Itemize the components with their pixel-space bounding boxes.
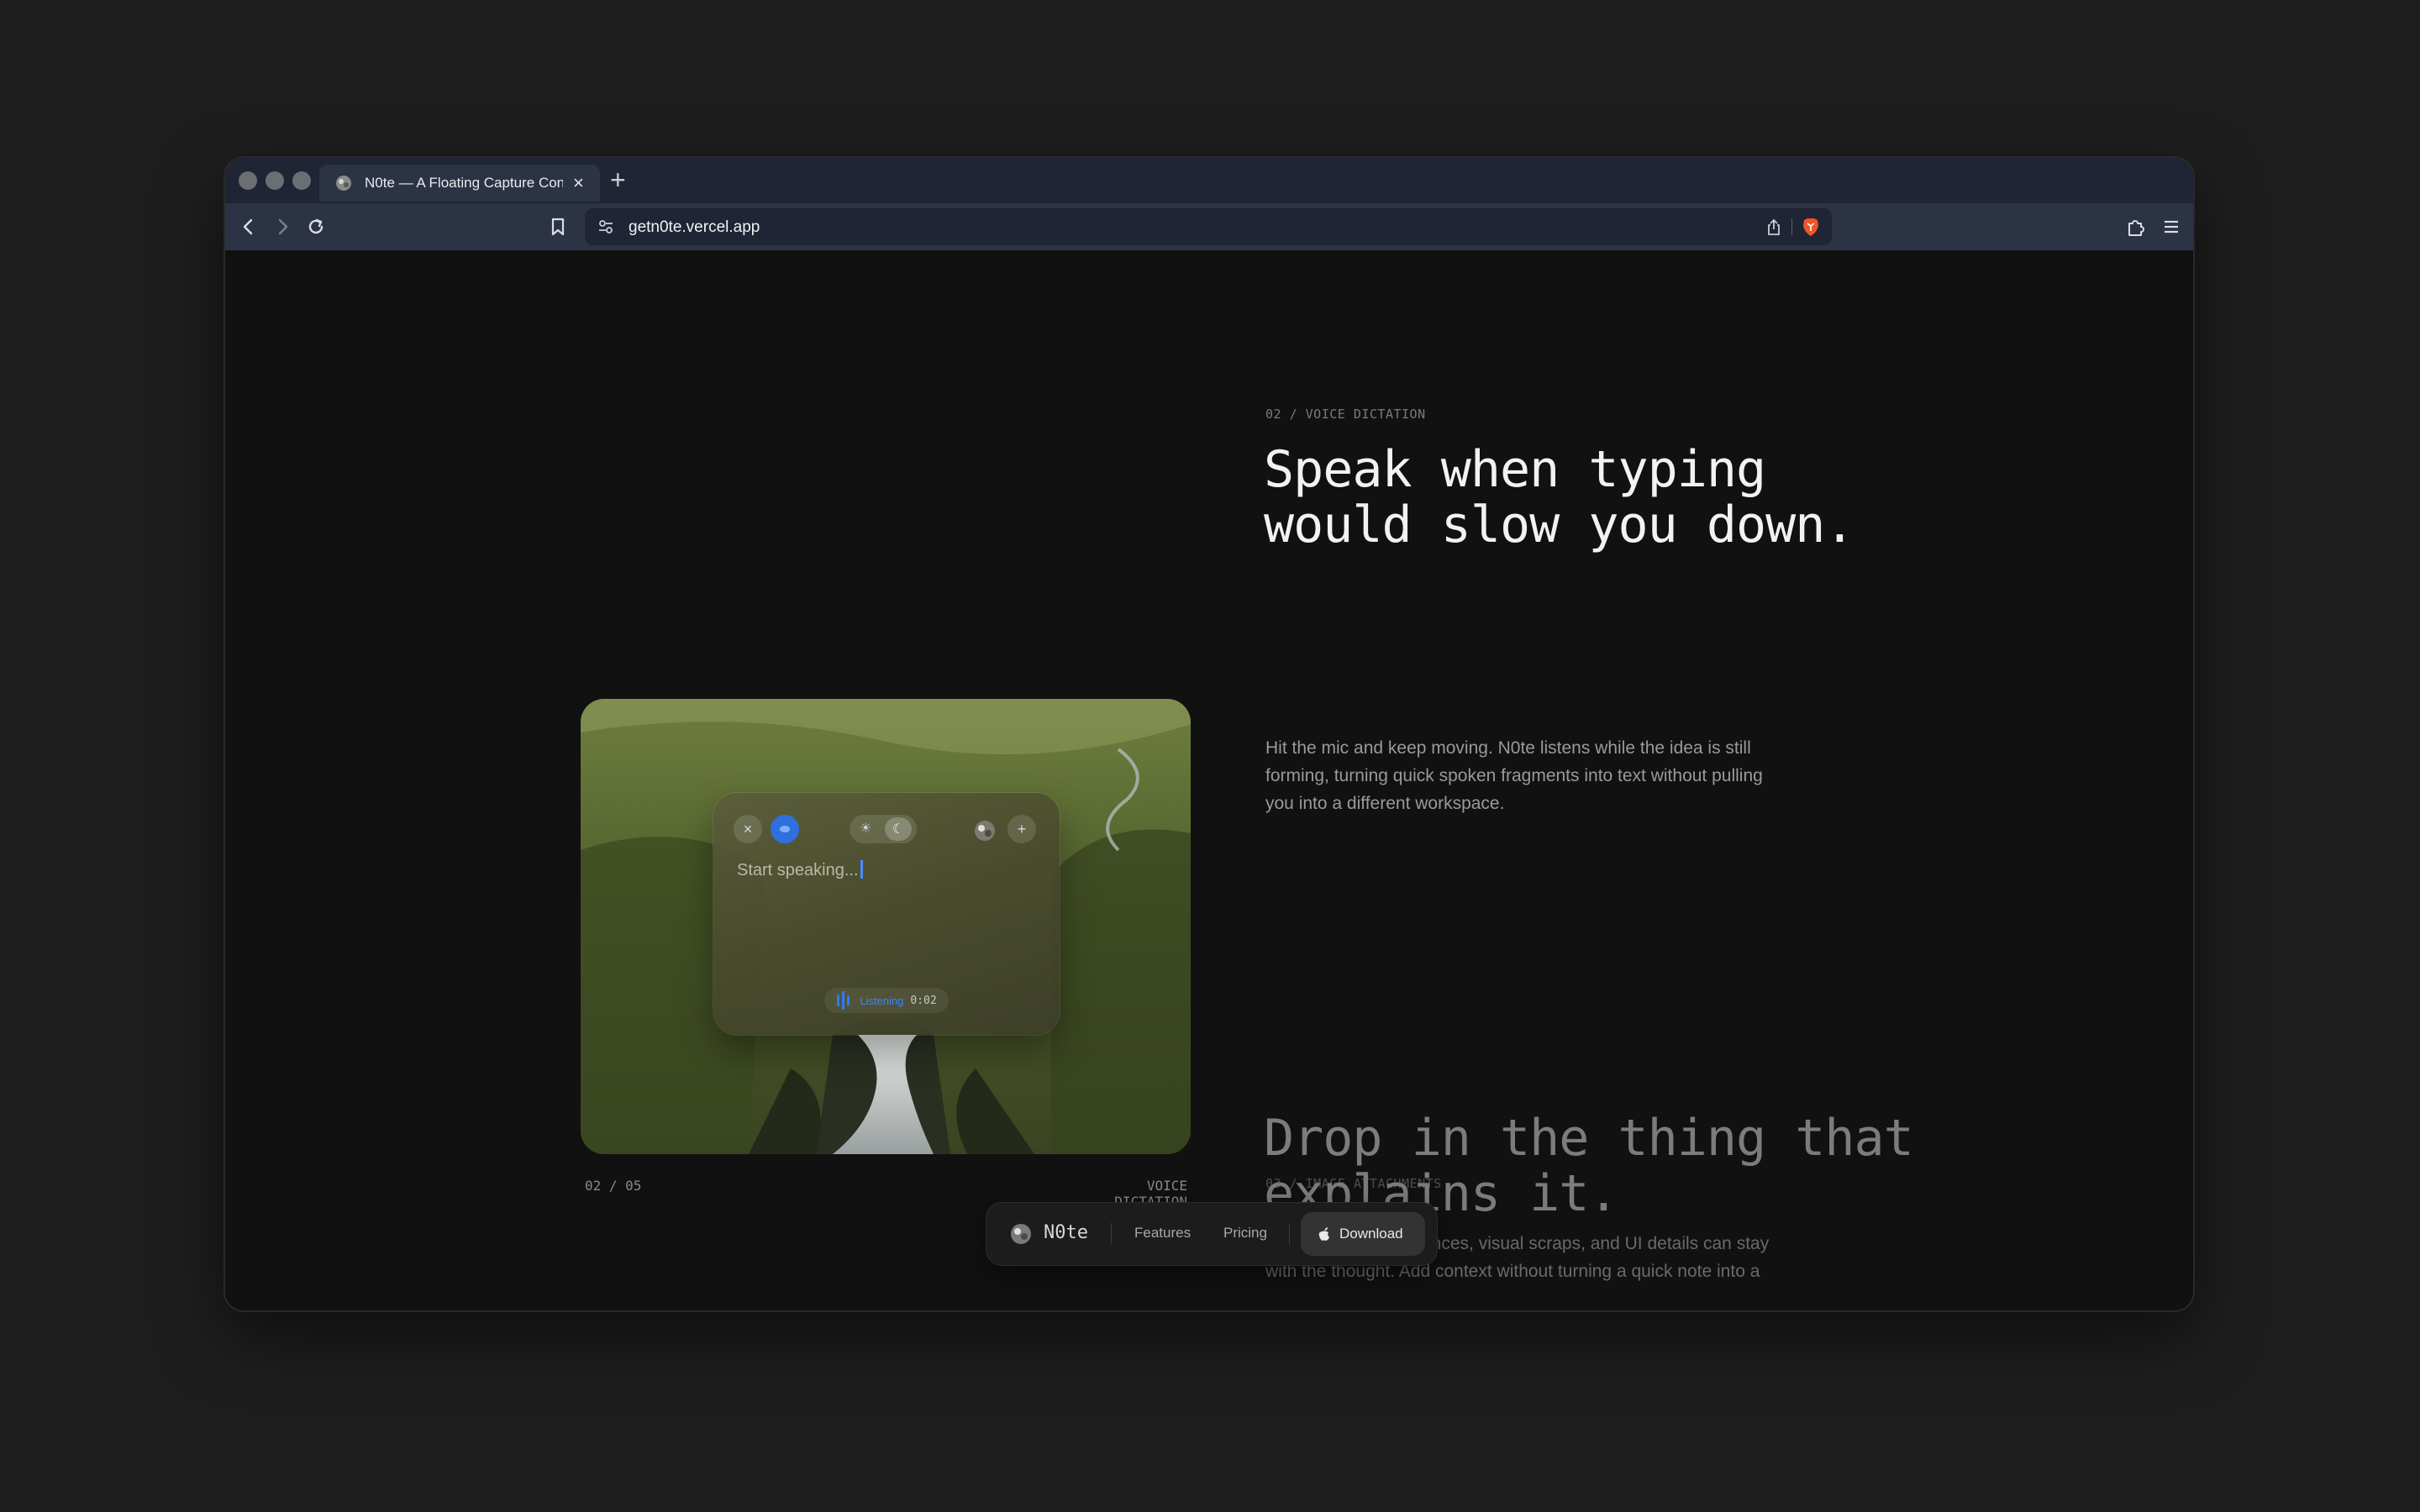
body-line: Hit the mic and keep moving. N0te listen… bbox=[1265, 738, 1751, 758]
waveform-icon bbox=[837, 991, 850, 1010]
address-bar[interactable]: getn0te.vercel.app bbox=[585, 208, 1832, 245]
section-heading: Speak when typing would slow you down. bbox=[1264, 442, 1854, 553]
recording-timer: 0:02 bbox=[910, 994, 937, 1007]
body-line: forming, turning quick spoken fragments … bbox=[1265, 766, 1763, 785]
share-icon[interactable] bbox=[1765, 218, 1783, 236]
menu-icon[interactable] bbox=[2160, 215, 2183, 239]
n0te-logo-icon[interactable] bbox=[1008, 1221, 1034, 1247]
tab-title: N0te — A Floating Capture Console bbox=[365, 175, 563, 191]
heading-line: would slow you down. bbox=[1264, 496, 1854, 554]
dock-divider bbox=[1289, 1223, 1290, 1245]
new-tab-icon[interactable]: + bbox=[610, 166, 626, 193]
browser-toolbar: getn0te.vercel.app bbox=[225, 203, 2193, 251]
apple-icon bbox=[1318, 1227, 1329, 1241]
extensions-icon[interactable] bbox=[2124, 215, 2148, 239]
bookmark-icon[interactable] bbox=[546, 215, 570, 239]
download-label: Download bbox=[1339, 1226, 1403, 1242]
voice-dictation-paragraph: Hit the mic and keep moving. N0te listen… bbox=[1265, 734, 1763, 817]
moon-icon[interactable]: ☾ bbox=[885, 817, 912, 841]
url-text: getn0te.vercel.app bbox=[629, 218, 760, 236]
dock-brand[interactable]: N0te bbox=[1044, 1222, 1088, 1243]
dictation-input[interactable]: Start speaking... bbox=[737, 860, 863, 880]
tab-bar: N0te — A Floating Capture Console × + bbox=[225, 158, 2193, 203]
download-button[interactable]: Download bbox=[1301, 1212, 1425, 1256]
address-bar-divider bbox=[1791, 218, 1792, 235]
nav-features-link[interactable]: Features bbox=[1134, 1225, 1191, 1242]
slide-index: 02 / 05 bbox=[585, 1178, 642, 1194]
tab-close-icon[interactable]: × bbox=[573, 174, 584, 192]
heading-line: Drop in the thing that bbox=[1264, 1109, 1914, 1168]
capture-console: × ☀ ☾ + Start speaking... Listening 0:02 bbox=[713, 793, 1060, 1035]
page-content: 02 / VOICE DICTATION Speak when typing w… bbox=[225, 250, 2193, 1310]
theme-toggle[interactable]: ☀ ☾ bbox=[850, 815, 917, 843]
tab-active[interactable]: N0te — A Floating Capture Console × bbox=[319, 165, 600, 202]
mic-toggle-button[interactable] bbox=[771, 815, 799, 843]
reload-icon[interactable] bbox=[304, 215, 328, 239]
brave-shields-icon[interactable] bbox=[1800, 216, 1822, 238]
dock-divider bbox=[1111, 1223, 1112, 1245]
n0te-logo-icon[interactable] bbox=[972, 818, 997, 843]
floating-dock: N0te Features Pricing Download bbox=[986, 1203, 1437, 1265]
n0te-logo-icon bbox=[336, 176, 351, 191]
nav-pricing-link[interactable]: Pricing bbox=[1223, 1225, 1267, 1242]
section-eyebrow: 02 / VOICE DICTATION bbox=[1265, 407, 1426, 422]
close-icon[interactable]: × bbox=[734, 815, 762, 843]
text-caret bbox=[860, 860, 863, 879]
placeholder-text: Start speaking... bbox=[737, 861, 859, 879]
mic-icon bbox=[780, 826, 790, 832]
body-line: you into a different workspace. bbox=[1265, 794, 1505, 813]
close-window-button[interactable] bbox=[239, 171, 257, 190]
sun-icon[interactable]: ☀ bbox=[860, 820, 871, 837]
add-icon[interactable]: + bbox=[1007, 815, 1036, 843]
heading-line: Speak when typing bbox=[1264, 440, 1766, 499]
forward-icon[interactable] bbox=[271, 215, 294, 239]
hero-photo: × ☀ ☾ + Start speaking... Listening 0:02 bbox=[581, 699, 1191, 1154]
browser-window: N0te — A Floating Capture Console × + bbox=[225, 158, 2193, 1310]
listening-indicator: Listening 0:02 bbox=[824, 988, 949, 1013]
site-settings-icon[interactable] bbox=[597, 218, 615, 236]
back-icon[interactable] bbox=[237, 215, 260, 239]
listening-label: Listening bbox=[860, 994, 904, 1007]
zoom-window-button[interactable] bbox=[292, 171, 311, 190]
minimize-window-button[interactable] bbox=[266, 171, 284, 190]
